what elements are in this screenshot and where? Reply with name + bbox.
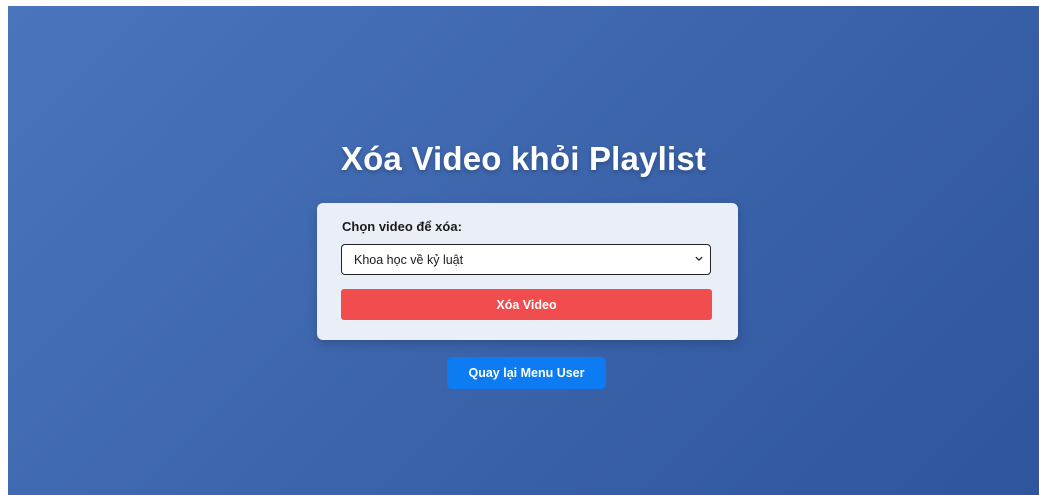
delete-video-button[interactable]: Xóa Video bbox=[341, 289, 712, 320]
page-background: Xóa Video khỏi Playlist Chọn video để xó… bbox=[8, 6, 1039, 495]
delete-video-form: Chọn video để xóa: Khoa học về kỷ luật X… bbox=[317, 203, 738, 340]
video-select[interactable]: Khoa học về kỷ luật bbox=[341, 244, 711, 275]
video-select-value: Khoa học về kỷ luật bbox=[354, 253, 464, 267]
video-select-label: Chọn video để xóa: bbox=[342, 219, 462, 234]
page-title: Xóa Video khỏi Playlist bbox=[340, 140, 707, 177]
chevron-down-icon bbox=[695, 256, 703, 261]
back-to-user-menu-button[interactable]: Quay lại Menu User bbox=[447, 357, 606, 389]
